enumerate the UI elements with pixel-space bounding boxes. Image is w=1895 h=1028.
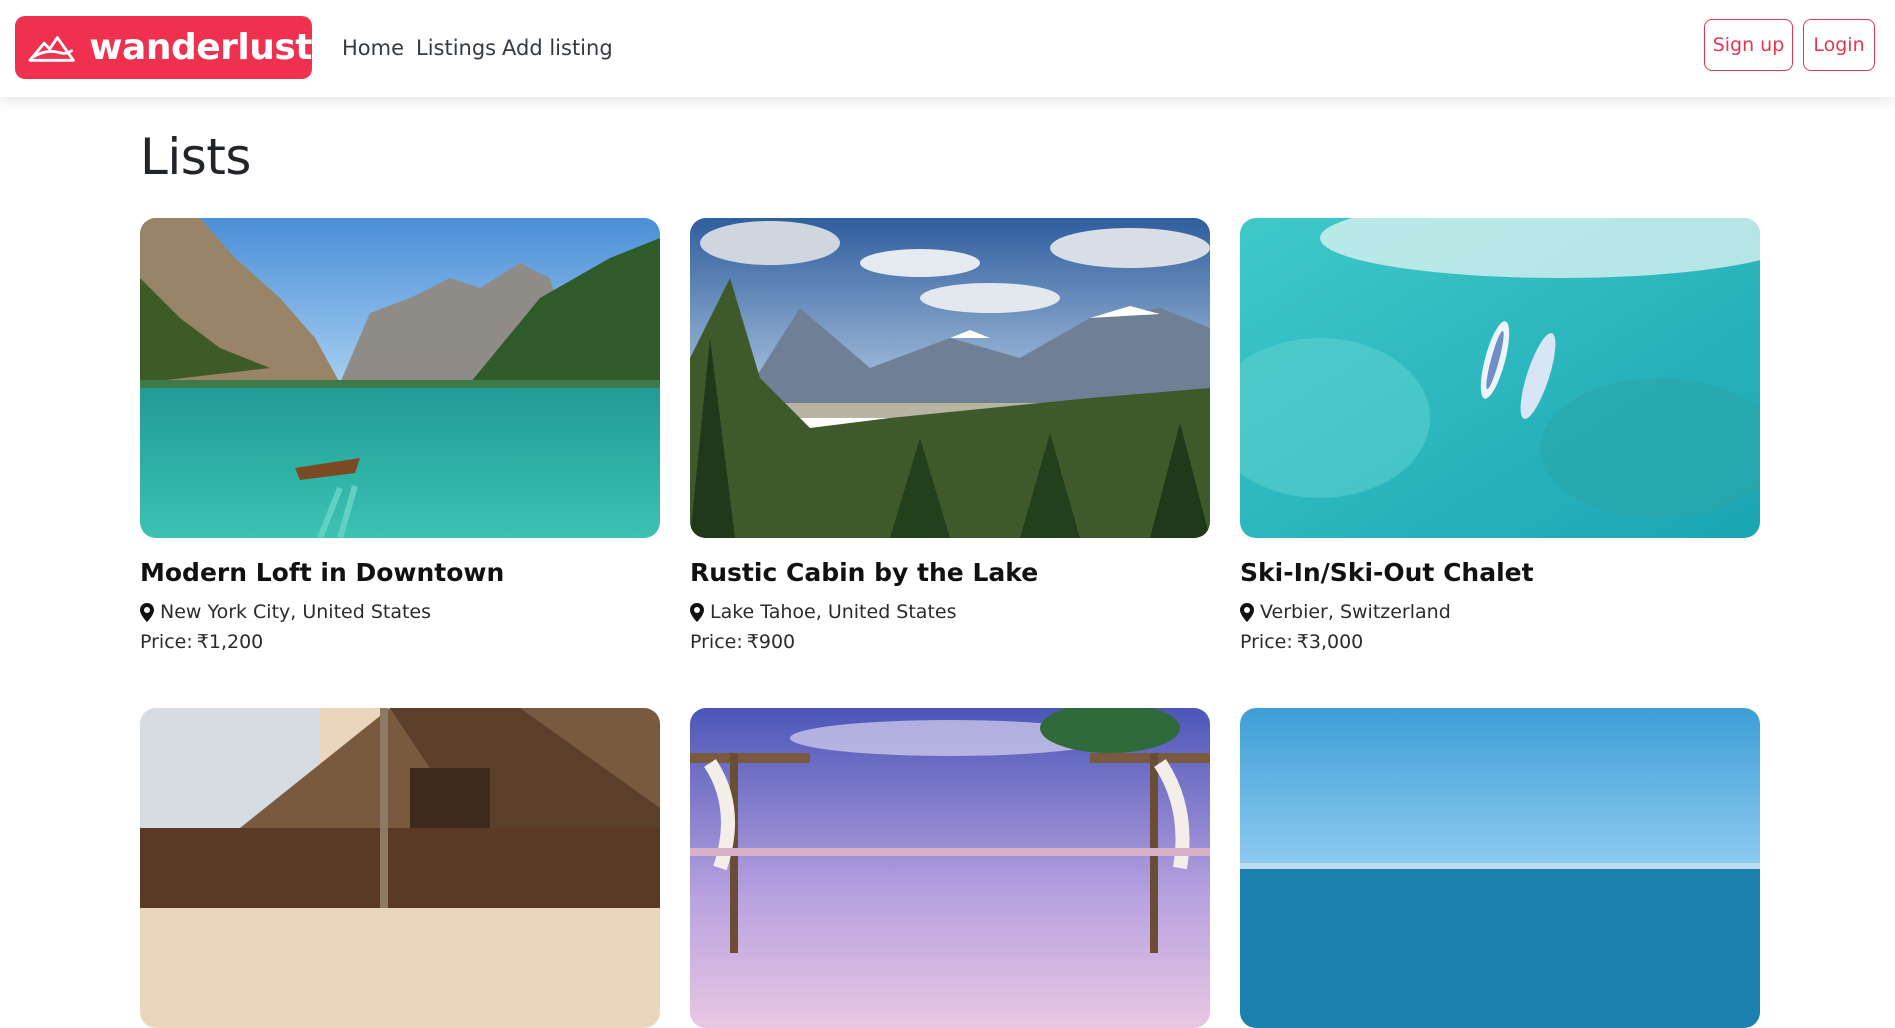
- listing-location: Lake Tahoe, United States: [690, 601, 956, 623]
- listing-image[interactable]: [140, 218, 660, 538]
- listing-image[interactable]: [690, 218, 1210, 538]
- listing-image[interactable]: [140, 708, 660, 1028]
- listing-card[interactable]: Modern Loft in Downtown New York City, U…: [140, 218, 660, 653]
- listing-title[interactable]: Modern Loft in Downtown: [140, 558, 504, 587]
- brand-logo-link[interactable]: wanderlust: [15, 16, 312, 79]
- listing-image[interactable]: [1240, 708, 1760, 1028]
- map-pin-icon: [1240, 602, 1254, 622]
- listing-location-text: New York City, United States: [160, 601, 432, 623]
- listing-card[interactable]: [1240, 708, 1760, 1028]
- nav-home-link[interactable]: Home: [342, 36, 404, 60]
- listing-image[interactable]: [1240, 218, 1760, 538]
- wooden-lodge-image: [140, 708, 660, 1028]
- beach-cabanas-image: [690, 708, 1210, 1028]
- price-label: Price:: [140, 631, 193, 653]
- listing-location: New York City, United States: [140, 601, 431, 623]
- page-title: Lists: [140, 128, 251, 186]
- mountain-forest-image: [690, 218, 1210, 538]
- listing-card[interactable]: [690, 708, 1210, 1028]
- listing-card[interactable]: Rustic Cabin by the Lake Lake Tahoe, Uni…: [690, 218, 1210, 653]
- price-label: Price:: [690, 631, 743, 653]
- nav-add-listing-link[interactable]: Add listing: [502, 36, 613, 60]
- listing-location-text: Lake Tahoe, United States: [710, 601, 957, 623]
- listing-card[interactable]: [140, 708, 660, 1028]
- signup-button[interactable]: Sign up: [1704, 19, 1793, 71]
- map-pin-icon: [140, 602, 154, 622]
- nav-listings-link[interactable]: Listings: [416, 36, 496, 60]
- mountain-logo-icon: [28, 35, 75, 62]
- listing-image[interactable]: [690, 708, 1210, 1028]
- listing-price: Price: ₹900: [690, 631, 795, 653]
- listing-price: Price: ₹1,200: [140, 631, 263, 653]
- listing-card[interactable]: Ski-In/Ski-Out Chalet Verbier, Switzerla…: [1240, 218, 1760, 653]
- login-button[interactable]: Login: [1803, 19, 1875, 71]
- price-value: ₹900: [746, 631, 796, 653]
- listing-location: Verbier, Switzerland: [1240, 601, 1451, 623]
- price-label: Price:: [1240, 631, 1293, 653]
- listing-price: Price: ₹3,000: [1240, 631, 1363, 653]
- blue-ocean-image: [1240, 708, 1760, 1028]
- turquoise-sea-image: [1240, 218, 1760, 538]
- mountain-lake-image: [140, 218, 660, 538]
- listing-title[interactable]: Ski-In/Ski-Out Chalet: [1240, 558, 1534, 587]
- price-value: ₹3,000: [1296, 631, 1364, 653]
- brand-name: wanderlust: [89, 26, 312, 68]
- navbar: wanderlust Home Listings Add listing Sig…: [0, 0, 1895, 97]
- map-pin-icon: [690, 602, 704, 622]
- listing-title[interactable]: Rustic Cabin by the Lake: [690, 558, 1038, 587]
- price-value: ₹1,200: [196, 631, 264, 653]
- listing-location-text: Verbier, Switzerland: [1260, 601, 1451, 623]
